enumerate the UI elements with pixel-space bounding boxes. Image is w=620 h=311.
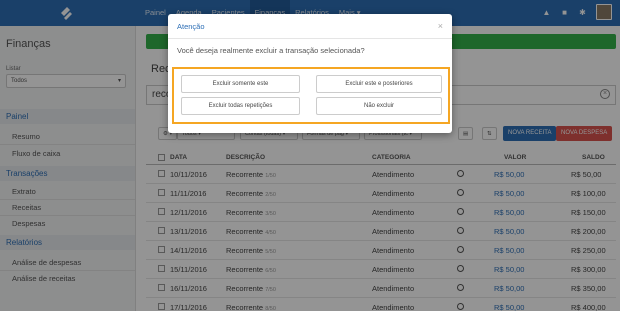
delete-only-this-button[interactable]: Excluir somente este — [181, 75, 300, 93]
dont-delete-button[interactable]: Não excluir — [316, 97, 442, 115]
delete-all-repeats-button[interactable]: Excluir todas repetições — [181, 97, 300, 115]
dialog-title: Atenção — [177, 22, 205, 31]
close-icon[interactable]: × — [438, 21, 443, 31]
delete-this-and-next-button[interactable]: Excluir este e posteriores — [316, 75, 442, 93]
divider — [168, 38, 452, 39]
dialog-question: Você deseja realmente excluir a transaçã… — [177, 46, 365, 55]
